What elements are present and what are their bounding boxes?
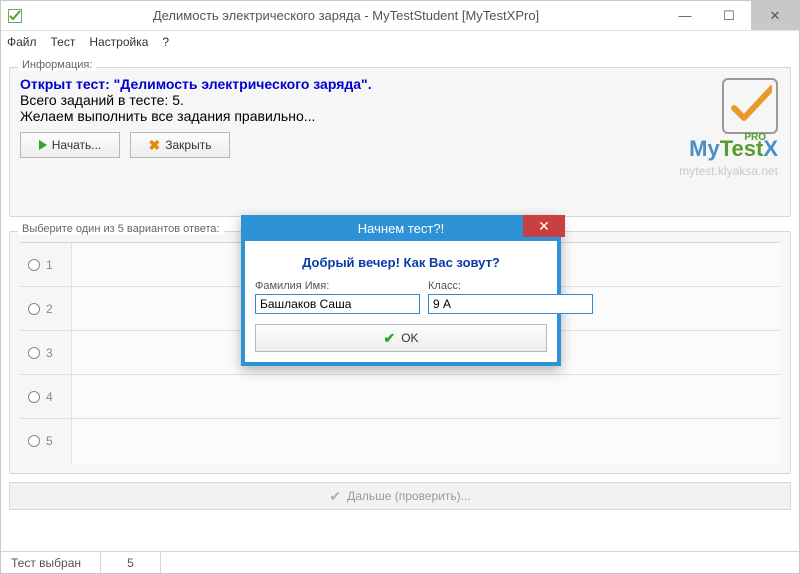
option-body	[72, 419, 780, 463]
info-line-2: Всего заданий в тесте: 5.	[20, 92, 780, 108]
option-row[interactable]: 5	[20, 419, 780, 463]
radio-icon[interactable]	[28, 347, 40, 359]
titlebar: Делимость электрического заряда - MyTest…	[1, 1, 799, 31]
dialog-titlebar: Начнем тест?! ✕	[241, 215, 561, 241]
start-button[interactable]: Начать...	[20, 132, 120, 158]
play-icon	[39, 140, 47, 150]
dialog-form: Фамилия Имя: Класс:	[255, 280, 547, 314]
status-spacer	[161, 552, 799, 573]
option-number: 3	[46, 346, 53, 360]
menubar: Файл Тест Настройка ?	[1, 31, 799, 53]
close-icon: ✖	[149, 137, 161, 154]
name-field-wrap: Фамилия Имя:	[255, 280, 420, 314]
brand-logo: PRO MyTestX mytest.klyaksa.net	[679, 78, 778, 178]
radio-icon[interactable]	[28, 259, 40, 271]
option-number: 1	[46, 258, 53, 272]
ok-check-icon: ✔	[383, 330, 395, 347]
next-button[interactable]: ✔ Дальше (проверить)...	[9, 482, 791, 510]
close-button[interactable]: ✕	[751, 1, 799, 30]
option-row[interactable]: 4	[20, 375, 780, 419]
option-number: 5	[46, 434, 53, 448]
menu-file[interactable]: Файл	[7, 35, 37, 49]
window-buttons: — ☐ ✕	[663, 1, 799, 30]
logo-pro: PRO	[744, 132, 766, 143]
close-test-button-label: Закрыть	[165, 138, 211, 152]
info-group: Информация: Открыт тест: "Делимость элек…	[9, 67, 791, 217]
start-button-label: Начать...	[52, 138, 102, 152]
info-buttons: Начать... ✖ Закрыть	[20, 132, 780, 158]
radio-icon[interactable]	[28, 303, 40, 315]
class-field-wrap: Класс:	[428, 280, 593, 314]
info-group-label: Информация:	[18, 59, 96, 71]
option-body	[72, 375, 780, 418]
window-title: Делимость электрического заряда - MyTest…	[29, 8, 663, 23]
logo-url: mytest.klyaksa.net	[679, 164, 778, 178]
status-count: 5	[101, 552, 161, 573]
start-test-dialog: Начнем тест?! ✕ Добрый вечер! Как Вас зо…	[241, 215, 561, 366]
name-label: Фамилия Имя:	[255, 280, 420, 292]
radio-icon[interactable]	[28, 435, 40, 447]
question-group-label: Выберите один из 5 вариантов ответа:	[18, 223, 224, 235]
name-input[interactable]	[255, 294, 420, 314]
option-number: 2	[46, 302, 53, 316]
class-label: Класс:	[428, 280, 593, 292]
minimize-button[interactable]: —	[663, 1, 707, 30]
maximize-button[interactable]: ☐	[707, 1, 751, 30]
menu-help[interactable]: ?	[162, 35, 169, 49]
ok-button[interactable]: ✔ OK	[255, 324, 547, 352]
option-number: 4	[46, 390, 53, 404]
close-test-button[interactable]: ✖ Закрыть	[130, 132, 230, 158]
dialog-body: Добрый вечер! Как Вас зовут? Фамилия Имя…	[245, 241, 557, 362]
dialog-greeting: Добрый вечер! Как Вас зовут?	[255, 255, 547, 270]
app-icon	[7, 8, 23, 24]
status-test-selected: Тест выбран	[1, 552, 101, 573]
info-line-3: Желаем выполнить все задания правильно..…	[20, 108, 780, 124]
info-line-1: Открыт тест: "Делимость электрического з…	[20, 76, 780, 92]
status-bar: Тест выбран 5	[1, 551, 799, 573]
logo-checkbox-icon	[722, 78, 778, 134]
dialog-title: Начнем тест?!	[358, 221, 444, 236]
menu-settings[interactable]: Настройка	[89, 35, 148, 49]
dialog-close-button[interactable]: ✕	[523, 215, 565, 237]
radio-icon[interactable]	[28, 391, 40, 403]
ok-button-label: OK	[401, 331, 418, 345]
check-icon: ✔	[329, 488, 341, 505]
next-button-label: Дальше (проверить)...	[347, 489, 471, 503]
class-input[interactable]	[428, 294, 593, 314]
menu-test[interactable]: Тест	[51, 35, 76, 49]
